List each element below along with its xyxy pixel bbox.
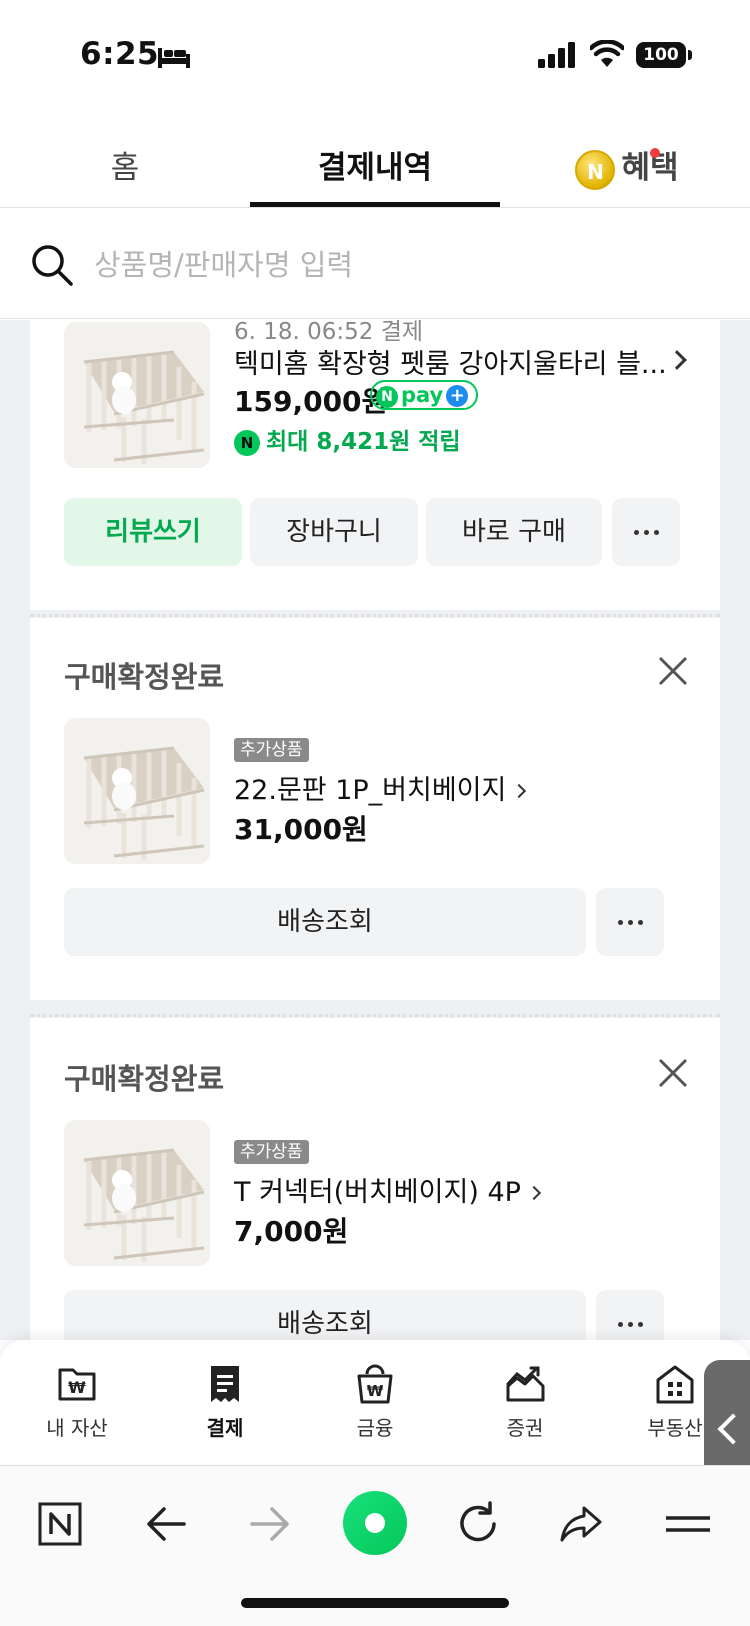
nav-label: 결제	[206, 1416, 244, 1440]
back-arrow-icon[interactable]	[136, 1494, 196, 1554]
npay-label: pay	[401, 383, 444, 407]
forward-arrow-icon[interactable]	[240, 1494, 300, 1554]
nav-label: 내 자산	[46, 1416, 108, 1440]
tab-payments[interactable]: 결제내역	[250, 130, 500, 208]
dot	[628, 920, 633, 925]
dot	[638, 920, 643, 925]
active-tab-underline	[250, 202, 500, 207]
reward-text: 최대 8,421원 적립	[266, 429, 461, 455]
plus-icon: +	[446, 385, 469, 407]
nav-my-assets[interactable]: ₩ 내 자산	[22, 1362, 132, 1441]
sleep-focus-icon	[158, 48, 190, 68]
dot	[654, 530, 659, 535]
product-name[interactable]: 22.문판 1P_버치베이지	[234, 768, 527, 807]
status-bar: 6:25 100	[0, 0, 750, 110]
order-status: 구매확정완료	[64, 1062, 225, 1096]
nav-payments[interactable]: 결제	[170, 1362, 280, 1441]
playpen-image	[64, 718, 210, 864]
wifi-icon	[590, 40, 624, 67]
more-options-button[interactable]	[596, 1290, 664, 1340]
track-delivery-button[interactable]: 배송조회	[64, 1290, 586, 1340]
search-icon[interactable]	[30, 243, 74, 287]
reward-info: N 최대 8,421원 적립	[234, 422, 461, 456]
product-price: 31,000원	[234, 813, 368, 846]
extra-item-badge: 추가상품	[234, 1140, 309, 1164]
buy-now-button[interactable]: 바로 구매	[426, 498, 602, 566]
top-tabs: 홈 결제내역 N 혜택	[0, 130, 750, 208]
nav-finance[interactable]: ₩ 금융	[320, 1362, 430, 1441]
playpen-image	[64, 322, 210, 468]
track-delivery-button[interactable]: 배송조회	[64, 888, 586, 956]
order-card: 6. 18. 06:52 결제 텍미홈 확장형 펫룸 강아지울타리 블... 1…	[30, 320, 720, 610]
notification-dot	[650, 148, 660, 158]
dot	[644, 530, 649, 535]
dot	[618, 1322, 623, 1327]
menu-icon[interactable]	[660, 1494, 710, 1554]
product-name[interactable]: T 커넥터(버치베이지) 4P	[234, 1170, 541, 1209]
product-name-text: 22.문판 1P_버치베이지	[234, 775, 507, 806]
nav-securities[interactable]: 증권	[470, 1362, 580, 1441]
chevron-right-icon	[526, 1185, 541, 1201]
product-thumbnail[interactable]	[64, 322, 210, 468]
order-list: 6. 18. 06:52 결제 텍미홈 확장형 펫룸 강아지울타리 블... 1…	[0, 320, 750, 1340]
playpen-image	[64, 1120, 210, 1266]
naver-green-dot-icon[interactable]	[340, 1488, 410, 1558]
svg-text:₩: ₩	[367, 1382, 384, 1400]
bottom-navigation: ₩ 내 자산 결제 ₩ 금융 증권 부동산	[0, 1340, 750, 1464]
close-icon[interactable]	[658, 656, 688, 686]
write-review-button[interactable]: 리뷰쓰기	[64, 498, 242, 566]
dot	[638, 1322, 643, 1327]
cellular-signal-icon	[538, 42, 575, 68]
svg-text:₩: ₩	[68, 1378, 86, 1397]
nav-label: 증권	[506, 1416, 544, 1440]
battery-indicator: 100	[636, 42, 692, 68]
tab-home[interactable]: 홈	[60, 130, 190, 208]
naver-coin-icon: N	[575, 149, 616, 190]
order-status: 구매확정완료	[64, 660, 225, 694]
more-options-button[interactable]	[612, 498, 680, 566]
naver-home-icon[interactable]	[30, 1494, 90, 1554]
product-thumbnail[interactable]	[64, 718, 210, 864]
npay-logo-icon: N	[376, 386, 398, 408]
building-icon	[656, 1365, 694, 1404]
home-indicator	[241, 1598, 509, 1608]
product-price: 159,000원	[234, 385, 388, 418]
order-card: 구매확정완료	[30, 1018, 720, 1340]
more-options-button[interactable]	[596, 888, 664, 956]
dot	[634, 530, 639, 535]
receipt-icon	[211, 1366, 239, 1402]
close-icon[interactable]	[658, 1058, 688, 1088]
dot	[628, 1322, 633, 1327]
refresh-icon[interactable]	[448, 1494, 508, 1554]
divider	[30, 614, 720, 617]
npay-plus-badge: Npay +	[370, 380, 479, 410]
product-thumbnail[interactable]	[64, 1120, 210, 1266]
chevron-right-icon	[512, 783, 527, 799]
tab-benefits[interactable]: N 혜택	[562, 130, 692, 208]
order-card: 구매확정완료	[30, 618, 720, 1000]
search-input[interactable]	[94, 239, 694, 291]
status-time: 6:25	[80, 36, 160, 72]
search-bar	[0, 209, 750, 319]
divider	[30, 1014, 720, 1017]
product-name[interactable]: 텍미홈 확장형 펫룸 강아지울타리 블...	[234, 342, 667, 381]
product-price: 7,000원	[234, 1215, 349, 1248]
money-bag-icon: ₩	[357, 1364, 393, 1404]
stock-chart-icon	[506, 1366, 545, 1402]
share-icon[interactable]	[552, 1494, 612, 1554]
cart-button[interactable]: 장바구니	[250, 498, 418, 566]
dot	[618, 920, 623, 925]
extra-item-badge: 추가상품	[234, 738, 309, 762]
naver-point-icon: N	[234, 430, 260, 456]
wallet-icon: ₩	[58, 1368, 96, 1401]
nav-label: 금융	[356, 1416, 394, 1440]
product-name-text: T 커넥터(버치베이지) 4P	[234, 1177, 521, 1208]
chevron-right-icon[interactable]	[667, 350, 687, 370]
